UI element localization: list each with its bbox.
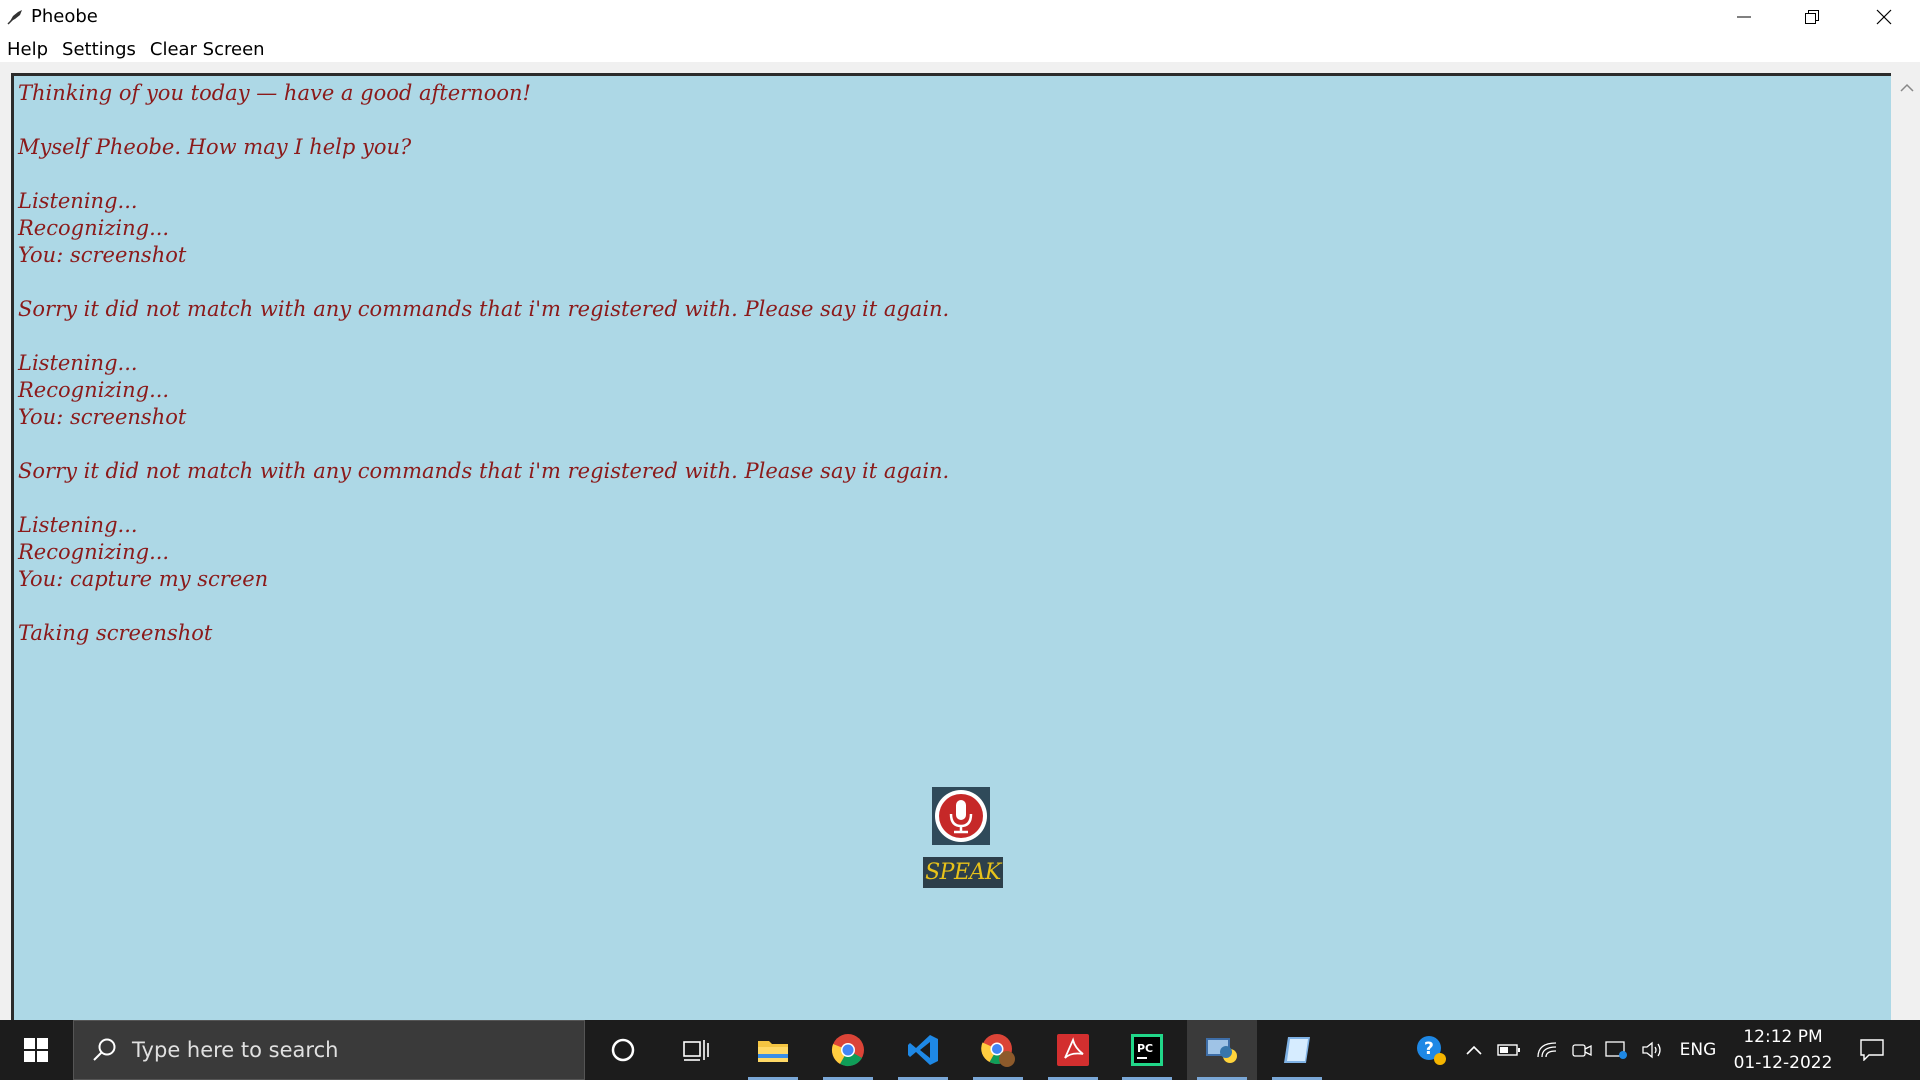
tray-meet[interactable] [1568,1020,1596,1080]
chat-line: Listening... [18,189,138,213]
tray-volume[interactable] [1638,1020,1666,1080]
chat-line: You: screenshot [18,243,187,267]
taskbar-pycharm[interactable]: PC [1112,1020,1182,1080]
taskbar-search[interactable]: Type here to search [73,1020,585,1080]
chrome-profile-icon [981,1034,1015,1067]
taskbar-notepad[interactable] [1262,1020,1332,1080]
chat-line [18,107,949,134]
chat-line: Sorry it did not match with any commands… [18,297,950,321]
tray-help[interactable]: ? [1414,1020,1448,1080]
chat-log[interactable]: Thinking of you today — have a good afte… [11,73,1891,1020]
chat-line: Listening... [18,351,138,375]
tray-clock[interactable]: 12:12 PM 01-12-2022 [1733,1024,1833,1076]
tray-overflow[interactable] [1462,1020,1486,1080]
taskbar-vscode[interactable] [888,1020,958,1080]
cortana-icon [611,1038,635,1062]
windows-logo-icon [24,1038,48,1062]
notepad-icon [1284,1037,1310,1063]
help-icon: ? [1417,1036,1446,1065]
tray-language[interactable]: ENG [1675,1020,1721,1080]
close-icon [1876,9,1892,25]
chat-line: Thinking of you today — have a good afte… [18,81,531,105]
battery-icon [1497,1044,1520,1056]
camera-icon [1572,1044,1592,1057]
chat-line: Recognizing... [18,378,170,402]
chat-line [18,431,949,458]
python-icon [1206,1038,1237,1063]
restore-icon [1805,10,1819,24]
chat-line: Recognizing... [18,540,170,564]
chat-line [18,323,949,350]
start-button[interactable] [0,1020,72,1080]
speak-button[interactable]: SPEAK [923,857,1003,888]
chat-line [18,269,949,296]
vertical-scrollbar[interactable] [1894,73,1920,1020]
acrobat-icon [1057,1034,1089,1066]
chat-line: Taking screenshot [18,621,213,645]
chat-line: You: capture my screen [18,567,269,591]
close-button[interactable] [1850,0,1918,34]
microphone-icon [935,790,987,842]
tray-network[interactable] [1533,1020,1561,1080]
svg-text:PC: PC [1137,1042,1153,1055]
window-title: Pheobe [31,6,98,27]
svg-text:?: ? [1424,1039,1434,1059]
cortana-button[interactable] [588,1020,658,1080]
taskbar-file-explorer[interactable] [738,1020,808,1080]
task-view-button[interactable] [661,1020,731,1080]
task-view-icon [683,1040,709,1061]
scroll-up-arrow[interactable] [1897,78,1917,98]
minimize-icon [1737,16,1751,18]
restore-button[interactable] [1778,0,1846,34]
menu-help[interactable]: Help [0,35,55,65]
chevron-up-icon [1900,83,1914,92]
sync-icon [1605,1041,1627,1059]
feather-app-icon [7,10,22,25]
chat-line: You: screenshot [18,405,187,429]
action-center-button[interactable] [1852,1020,1892,1080]
title-bar: Pheobe [0,0,1920,34]
minimize-button[interactable] [1710,0,1778,34]
taskbar-chrome-profile[interactable] [963,1020,1033,1080]
speaker-icon [1642,1041,1661,1059]
chat-line [18,485,949,512]
chat-line: Sorry it did not match with any commands… [18,459,950,483]
folder-icon [758,1041,788,1062]
taskbar: Type here to search PC ? ENG 12:12 PM 01… [0,1020,1920,1080]
menu-settings[interactable]: Settings [55,35,143,65]
clock-time: 12:12 PM [1743,1027,1823,1047]
menu-clear-screen[interactable]: Clear Screen [143,35,272,65]
mic-button[interactable] [932,787,990,845]
vscode-icon [908,1035,938,1065]
wifi-icon [1537,1042,1557,1058]
taskbar-chrome[interactable] [813,1020,883,1080]
chat-line: Listening... [18,513,138,537]
search-placeholder: Type here to search [132,1038,339,1062]
search-icon [93,1038,116,1061]
chevron-up-icon [1466,1045,1482,1055]
menu-bar: Help Settings Clear Screen [0,35,272,65]
pycharm-icon: PC [1131,1034,1163,1066]
chrome-icon [831,1034,864,1067]
chat-lines: Thinking of you today — have a good afte… [18,80,949,647]
chat-line: Recognizing... [18,216,170,240]
chat-line [18,593,949,620]
taskbar-acrobat[interactable] [1038,1020,1108,1080]
chat-line: Myself Pheobe. How may I help you? [18,135,412,159]
notification-icon [1860,1039,1884,1061]
taskbar-python[interactable] [1187,1020,1257,1080]
tray-sync[interactable] [1602,1020,1632,1080]
clock-date: 01-12-2022 [1733,1053,1833,1073]
chat-line [18,161,949,188]
tray-battery[interactable] [1495,1020,1523,1080]
